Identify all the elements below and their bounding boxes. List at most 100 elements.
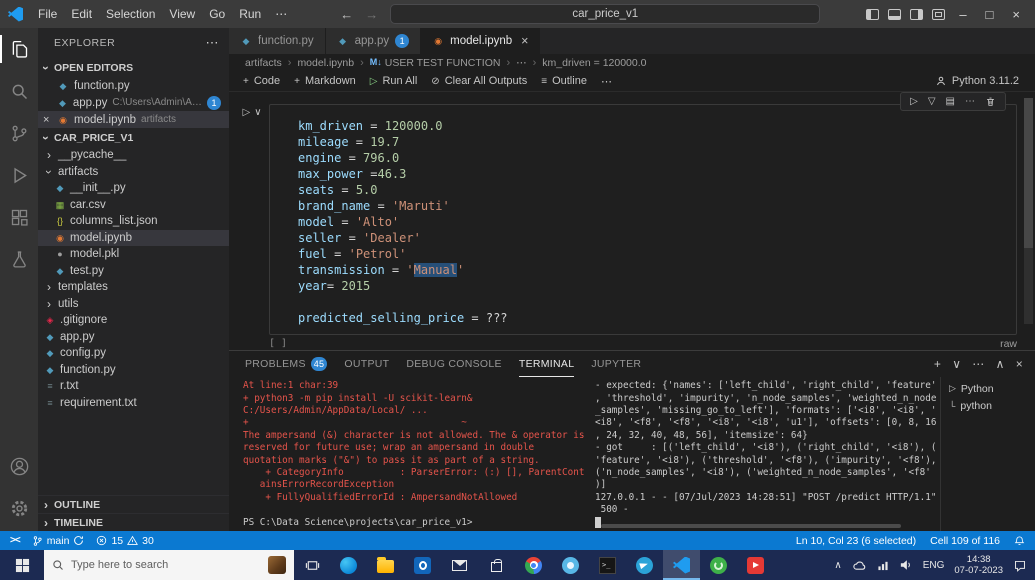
new-terminal-icon[interactable]: + [934,357,941,371]
notebook-scrollbar[interactable] [1024,98,1033,325]
volume-icon[interactable] [899,559,913,571]
edge-browser-icon[interactable] [330,550,367,580]
kernel-picker[interactable]: Python 3.11.2 [935,75,1035,87]
outlook-icon[interactable] [404,550,441,580]
microsoft-store-icon[interactable] [478,550,515,580]
tab-model-ipynb[interactable]: ◉ model.ipynb × [421,28,541,54]
clock[interactable]: 14:38 07-07-2023 [954,554,1003,576]
start-button[interactable] [0,550,44,580]
minimize-button[interactable]: – [954,7,971,22]
file-r-txt[interactable]: ≡ r.txt [38,378,229,395]
menu-go[interactable]: Go [202,4,232,24]
mail-icon[interactable] [441,550,478,580]
breadcrumb-item-model-ipynb[interactable]: model.ipynb [297,57,354,69]
cell-collapse-icon[interactable]: ∨ [254,107,261,118]
chrome-icon[interactable] [515,550,552,580]
maximize-panel-icon[interactable]: ∧ [996,357,1005,371]
onedrive-cloud-icon[interactable] [852,560,867,571]
window-search[interactable]: car_price_v1 [390,4,821,24]
close-icon[interactable]: × [521,34,528,48]
file-config-py[interactable]: ◆ config.py [38,345,229,362]
sidebar-section-outline[interactable]: › OUTLINE [38,495,229,513]
split-cell-icon[interactable]: ▤ [946,96,955,107]
execute-cell-icon[interactable]: ▷ [910,96,918,107]
file-test-py[interactable]: ◆ test.py [38,263,229,280]
file-model-pkl[interactable]: ● model.pkl [38,246,229,263]
file-app-py[interactable]: ◆ app.py [38,329,229,346]
back-icon[interactable]: ← [340,7,353,22]
file-requirement-txt[interactable]: ≡ requirement.txt [38,395,229,412]
tab-app-py[interactable]: ◆ app.py 1 [325,28,422,54]
explorer-more-icon[interactable]: ⋯ [206,35,220,51]
terminal-item-python[interactable]: └ python [941,397,1035,414]
file-artifacts[interactable]: › artifacts [38,164,229,181]
more-actions-icon[interactable]: ⋯ [972,357,984,371]
explorer-icon[interactable] [0,28,38,70]
clear-all-outputs-button[interactable]: ⊘ Clear All Outputs [431,75,527,87]
search-highlight-image[interactable] [268,556,286,574]
toggle-secondary-sidebar-icon[interactable] [910,8,924,20]
customize-layout-icon[interactable] [932,8,946,20]
testing-icon[interactable] [0,238,38,280]
taskbar-search[interactable]: Type here to search [44,550,294,580]
settings-icon[interactable] [0,487,38,529]
add-code-cell-button[interactable]: + Code [243,75,280,87]
menu-selection[interactable]: Selection [99,4,162,24]
file-utils[interactable]: › utils [38,296,229,313]
menu-run[interactable]: Run [232,4,268,24]
file-columns-list-json[interactable]: {} columns_list.json [38,213,229,230]
terminal-left-pane[interactable]: At line:1 char:39 + python3 -m pip instal… [229,377,587,531]
file-function-py[interactable]: ◆ function.py [38,362,229,379]
youtube-icon[interactable] [737,550,774,580]
execute-below-icon[interactable]: ▽ [928,96,936,107]
toolbar-more-icon[interactable]: ⋯ [601,75,612,88]
language-indicator[interactable]: ENG [923,560,945,571]
terminal-hscrollbar[interactable] [601,524,901,528]
terminal-right-pane[interactable]: - expected: {'names': ['left_child', 'ri… [587,377,940,531]
action-center-icon[interactable] [1013,559,1027,572]
file-pycache[interactable]: › __pycache__ [38,147,229,164]
cell-language-picker[interactable]: raw [1000,338,1017,350]
file-templates[interactable]: › templates [38,279,229,296]
anaconda-icon[interactable] [700,550,737,580]
tray-expand-icon[interactable]: ∧ [834,560,841,571]
breadcrumb-item-artifacts[interactable]: artifacts [245,57,282,69]
panel-tab-problems[interactable]: PROBLEMS 45 [245,351,328,377]
more-actions-icon[interactable]: ⋯ [965,96,975,107]
tab-function-py[interactable]: ◆ function.py [229,28,326,54]
file-car-csv[interactable]: ▦ car.csv [38,197,229,214]
delete-cell-icon[interactable] [985,96,996,107]
close-panel-icon[interactable]: × [1016,357,1023,371]
project-header[interactable]: › CAR_PRICE_V1 [38,128,229,147]
panel-tab-terminal[interactable]: TERMINAL [519,351,575,377]
menu-edit[interactable]: Edit [64,4,99,24]
menu-view[interactable]: View [162,4,202,24]
telegram-icon[interactable] [626,550,663,580]
problems-indicator[interactable]: 15 30 [96,535,154,547]
panel-tab-debug-console[interactable]: DEBUG CONSOLE [406,351,502,377]
source-control-icon[interactable] [0,112,38,154]
cell-code[interactable]: km_driven = 120000.0 mileage = 19.7 engine… [270,105,1016,334]
panel-tab-jupyter[interactable]: JUPYTER [591,351,641,377]
breadcrumb-item-user-test-function[interactable]: M↓ USER TEST FUNCTION [370,57,501,69]
terminal-profile-icon[interactable]: ∨ [952,357,961,371]
file-gitignore[interactable]: ◈ .gitignore [38,312,229,329]
account-icon[interactable] [0,445,38,487]
breadcrumb-item-more[interactable]: ⋯ [516,57,527,69]
run-all-button[interactable]: ▷ Run All [370,75,418,87]
forward-icon[interactable]: → [365,7,378,22]
run-debug-icon[interactable] [0,154,38,196]
open-editor-app-py[interactable]: ◆ app.py C:\Users\Admin\App... 1 [38,94,229,111]
run-cell-button[interactable]: ▷ [242,107,250,118]
file-explorer-icon[interactable] [367,550,404,580]
open-editors-header[interactable]: › OPEN EDITORS [38,58,229,77]
extensions-icon[interactable] [0,196,38,238]
network-icon[interactable] [877,560,889,571]
close-icon[interactable]: × [43,114,49,126]
add-markdown-cell-button[interactable]: + Markdown [294,75,356,87]
vscode-icon[interactable] [663,550,700,580]
maximize-button[interactable]: □ [981,7,999,22]
notifications-bell-icon[interactable] [1014,535,1025,547]
open-editor-function-py[interactable]: ◆ function.py [38,77,229,94]
menu-more[interactable]: ⋯ [268,4,294,24]
